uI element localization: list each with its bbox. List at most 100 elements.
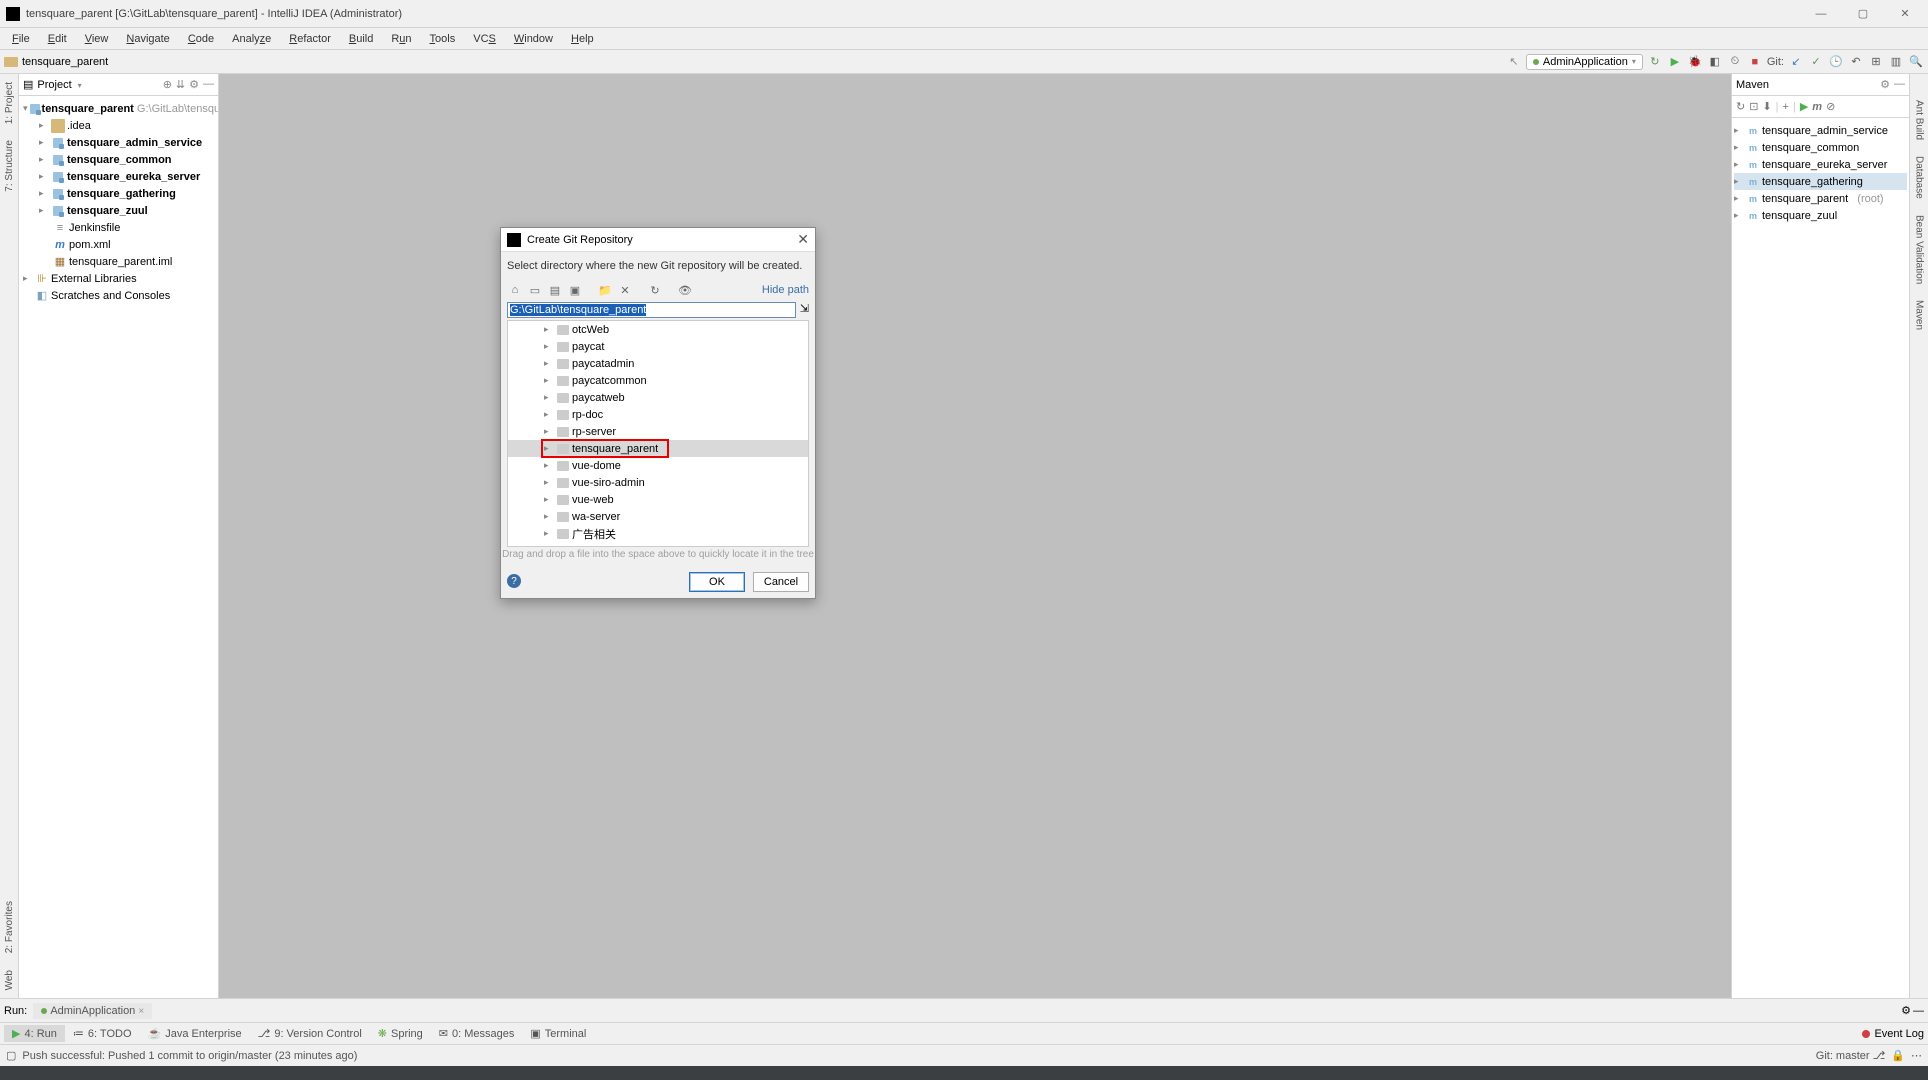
profile-button[interactable]: ⏲ <box>1727 54 1743 70</box>
maven-item[interactable]: tensquare_parent <box>1762 193 1848 205</box>
menu-edit[interactable]: Edit <box>40 31 75 47</box>
gutter-project[interactable]: 1: Project <box>2 74 17 132</box>
collapse-icon[interactable]: ⇊ <box>176 78 185 91</box>
menu-help[interactable]: Help <box>563 31 602 47</box>
tree-ext-lib[interactable]: External Libraries <box>51 273 137 285</box>
dialog-folder-row[interactable]: ▸vue-web <box>508 491 808 508</box>
dialog-folder-row[interactable]: ▸开元 <box>508 542 808 547</box>
tab-messages[interactable]: ✉0: Messages <box>431 1025 523 1042</box>
lock-icon[interactable]: 🔒 <box>1891 1049 1905 1062</box>
reload-icon[interactable]: ↻ <box>1647 54 1663 70</box>
maven-item[interactable]: tensquare_common <box>1762 142 1859 154</box>
git-history-icon[interactable]: 🕒 <box>1828 54 1844 70</box>
menu-window[interactable]: Window <box>506 31 561 47</box>
maven-item[interactable]: tensquare_gathering <box>1762 176 1863 188</box>
hide-path-link[interactable]: Hide path <box>762 284 809 296</box>
dialog-folder-row[interactable]: ▸rp-server <box>508 423 808 440</box>
stop-button[interactable]: ■ <box>1747 54 1763 70</box>
git-branch[interactable]: Git: master ⎇ <box>1816 1049 1886 1062</box>
menu-run[interactable]: Run <box>383 31 419 47</box>
dialog-folder-row[interactable]: ▸vue-siro-admin <box>508 474 808 491</box>
dialog-folder-row[interactable]: ▸paycatadmin <box>508 355 808 372</box>
gutter-ant[interactable]: Ant Build <box>1912 92 1927 148</box>
tab-terminal[interactable]: ▣Terminal <box>522 1025 594 1042</box>
tab-spring[interactable]: ❋Spring <box>370 1025 431 1042</box>
tab-todo[interactable]: ≔6: TODO <box>65 1025 140 1042</box>
event-log[interactable]: Event Log <box>1862 1028 1924 1040</box>
module-icon[interactable]: ▣ <box>567 282 583 298</box>
new-folder-icon[interactable]: 📁 <box>597 282 613 298</box>
hide-icon[interactable]: — <box>1894 78 1905 91</box>
breadcrumb[interactable]: tensquare_parent <box>4 56 108 68</box>
run-maven-icon[interactable]: ▶ <box>1800 100 1808 113</box>
maven-item[interactable]: tensquare_admin_service <box>1762 125 1888 137</box>
dialog-folder-row[interactable]: ▸wa-server <box>508 508 808 525</box>
show-hidden-icon[interactable]: 👁 <box>677 282 693 298</box>
dialog-close-button[interactable]: ✕ <box>797 231 809 248</box>
add-icon[interactable]: + <box>1783 101 1789 113</box>
tree-item[interactable]: .idea <box>67 120 91 132</box>
path-input[interactable]: G:\GitLab\tensquare_parent <box>507 302 796 318</box>
search-icon[interactable]: 🔍 <box>1908 54 1924 70</box>
tree-scratches[interactable]: Scratches and Consoles <box>51 290 170 302</box>
dialog-folder-row[interactable]: ▸paycat <box>508 338 808 355</box>
dialog-folder-row[interactable]: ▸vue-dome <box>508 457 808 474</box>
tab-java-enterprise[interactable]: ☕Java Enterprise <box>140 1025 250 1042</box>
dialog-folder-row[interactable]: ▸paycatweb <box>508 389 808 406</box>
tree-item[interactable]: Jenkinsfile <box>69 222 120 234</box>
gutter-database[interactable]: Database <box>1912 148 1927 207</box>
run-button[interactable]: ▶ <box>1667 54 1683 70</box>
close-button[interactable]: ✕ <box>1888 3 1922 25</box>
gear-icon[interactable]: ⚙ <box>189 78 199 91</box>
ok-button[interactable]: OK <box>689 572 745 592</box>
tree-item[interactable]: tensquare_zuul <box>67 205 148 217</box>
status-icon[interactable]: ▢ <box>6 1049 16 1062</box>
dialog-folder-tree[interactable]: ▸otcWeb▸paycat▸paycatadmin▸paycatcommon▸… <box>507 320 809 547</box>
run-tab-config[interactable]: AdminApplication × <box>33 1003 152 1019</box>
dialog-folder-row[interactable]: ▸广告相关 <box>508 525 808 542</box>
minimize-button[interactable]: — <box>1804 3 1838 25</box>
git-commit-icon[interactable]: ✓ <box>1808 54 1824 70</box>
menu-view[interactable]: View <box>77 31 117 47</box>
debug-button[interactable]: 🐞 <box>1687 54 1703 70</box>
skip-tests-icon[interactable]: ⊘ <box>1826 100 1835 113</box>
desktop-icon[interactable]: ▭ <box>527 282 543 298</box>
menu-navigate[interactable]: Navigate <box>118 31 177 47</box>
gutter-web[interactable]: Web <box>2 962 17 998</box>
project-icon[interactable]: ▤ <box>547 282 563 298</box>
cog-icon[interactable]: ⋯ <box>1911 1049 1922 1062</box>
gear-icon[interactable]: ⚙ <box>1880 78 1890 91</box>
help-icon[interactable]: ? <box>507 574 521 588</box>
menu-build[interactable]: Build <box>341 31 381 47</box>
tree-item[interactable]: tensquare_eureka_server <box>67 171 200 183</box>
tree-item[interactable]: tensquare_admin_service <box>67 137 202 149</box>
download-icon[interactable]: ⬇ <box>1762 100 1771 113</box>
menu-refactor[interactable]: Refactor <box>281 31 339 47</box>
tree-item[interactable]: tensquare_common <box>67 154 172 166</box>
cancel-button[interactable]: Cancel <box>753 572 809 592</box>
menu-code[interactable]: Code <box>180 31 222 47</box>
gear-icon[interactable]: ⚙ <box>1901 1004 1911 1017</box>
dialog-folder-row[interactable]: ▸paycatcommon <box>508 372 808 389</box>
gutter-maven[interactable]: Maven <box>1912 292 1927 338</box>
menu-tools[interactable]: Tools <box>422 31 464 47</box>
gutter-bean[interactable]: Bean Validation <box>1912 207 1927 292</box>
run-config-selector[interactable]: AdminApplication ▾ <box>1526 54 1643 70</box>
reimport-icon[interactable]: ↻ <box>1736 100 1745 113</box>
dialog-folder-row[interactable]: ▸rp-doc <box>508 406 808 423</box>
tree-item[interactable]: tensquare_parent.iml <box>69 256 172 268</box>
gutter-favorites[interactable]: 2: Favorites <box>2 893 17 961</box>
split-icon[interactable]: ▥ <box>1888 54 1904 70</box>
refresh-icon[interactable]: ↻ <box>647 282 663 298</box>
target-icon[interactable]: ⊕ <box>163 78 172 91</box>
maximize-button[interactable]: ▢ <box>1846 3 1880 25</box>
dialog-folder-row[interactable]: ▸otcWeb <box>508 321 808 338</box>
coverage-button[interactable]: ◧ <box>1707 54 1723 70</box>
menu-vcs[interactable]: VCS <box>465 31 504 47</box>
hide-icon[interactable]: — <box>1913 1005 1924 1017</box>
tab-version-control[interactable]: ⎇9: Version Control <box>250 1025 370 1042</box>
structure-icon[interactable]: ⊞ <box>1868 54 1884 70</box>
maven-item[interactable]: tensquare_eureka_server <box>1762 159 1887 171</box>
tree-root[interactable]: tensquare_parent <box>42 103 134 115</box>
path-dropdown-icon[interactable]: ⇲ <box>800 302 809 318</box>
